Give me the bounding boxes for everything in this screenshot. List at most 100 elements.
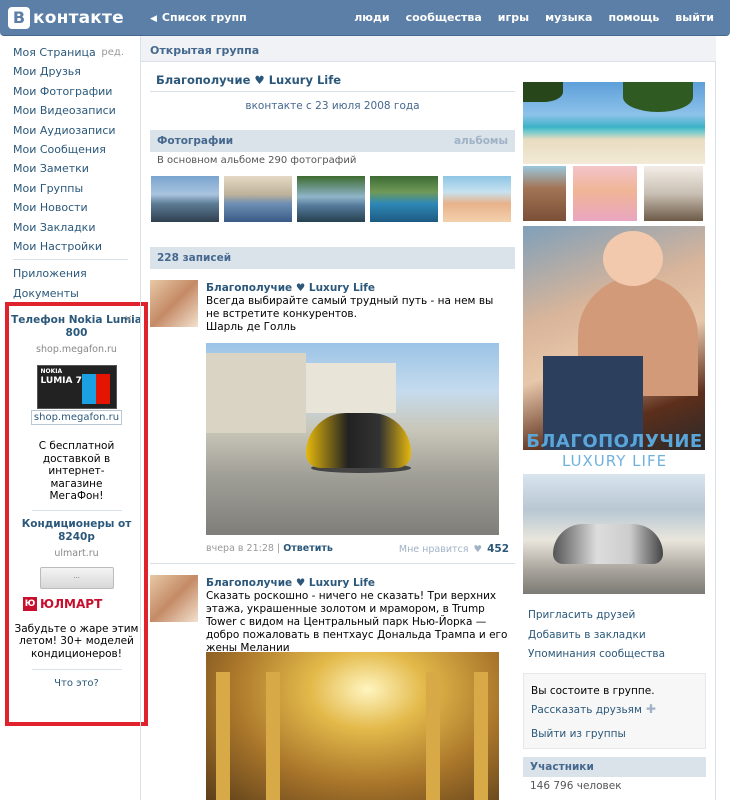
ad-ulmart-title[interactable]: Кондиционеры от 8240р	[9, 518, 144, 544]
leave-group-link[interactable]: Выйти из группы	[531, 728, 626, 740]
image-car	[306, 413, 411, 468]
invite-friends-link[interactable]: Пригласить друзей	[528, 609, 665, 629]
group-name: Благополучие ♥ Luxury Life	[156, 73, 342, 87]
nav-people[interactable]: люди	[354, 11, 389, 24]
ad-nokia[interactable]: Телефон Nokia Lumia 800 shop.megafon.ru …	[9, 314, 144, 503]
group-photo-street[interactable]	[523, 474, 705, 594]
album-info: В основном альбоме 290 фотографий	[157, 155, 357, 166]
ad-nokia-link[interactable]: shop.megafon.ru	[30, 410, 123, 425]
image-pillar	[426, 672, 440, 800]
photo-thumb[interactable]	[370, 176, 438, 222]
ad-nokia-text: С бесплатной доставкой в интернет-магази…	[38, 440, 115, 502]
menu-my-messages[interactable]: Мои Сообщения	[13, 140, 128, 159]
like-count: 452	[487, 543, 509, 555]
heart-icon: ♥	[473, 544, 483, 555]
image-pillar	[474, 672, 488, 800]
image-palm	[623, 82, 693, 112]
avatar[interactable]	[150, 575, 198, 622]
nav-music[interactable]: музыка	[545, 11, 592, 24]
divider	[150, 91, 515, 92]
ulmart-logo: Ю ЮЛМАРТ	[23, 596, 144, 611]
nav-help[interactable]: помощь	[608, 11, 659, 24]
members-title[interactable]: Участники	[530, 761, 594, 773]
menu-divider	[13, 259, 128, 261]
menu-my-videos[interactable]: Мои Видеозаписи	[13, 101, 128, 120]
brand-line-1: БЛАГОПОЛУЧИЕ	[526, 431, 703, 452]
air-conditioner-image[interactable]: ...	[39, 566, 114, 589]
reply-link[interactable]: Ответить	[283, 543, 333, 554]
vk-logo[interactable]: В контакте	[8, 7, 124, 29]
photo-thumb[interactable]	[224, 176, 292, 222]
what-is-this-link[interactable]: Что это?	[9, 678, 144, 689]
members-header[interactable]: Участники	[523, 757, 706, 777]
menu-my-bookmarks[interactable]: Мои Закладки	[13, 218, 128, 237]
group-type-bar: Открытая группа	[141, 36, 716, 62]
like-button[interactable]: Мне нравится ♥ 452	[399, 543, 509, 555]
nav-games[interactable]: игры	[498, 11, 529, 24]
ad-ulmart[interactable]: Кондиционеры от 8240р ulmart.ru ... Ю ЮЛ…	[9, 518, 144, 661]
top-nav: люди сообщества игры музыка помощь выйти	[338, 11, 714, 24]
photo-thumb[interactable]	[644, 166, 703, 221]
wall-header[interactable]: 228 записей	[150, 247, 515, 269]
menu-my-audio[interactable]: Мои Аудиозаписи	[13, 121, 128, 140]
add-bookmark-link[interactable]: Добавить в закладки	[528, 629, 665, 649]
avatar[interactable]	[150, 280, 198, 327]
image-palm	[523, 82, 563, 102]
tell-friends-link[interactable]: Рассказать друзьям ✚	[531, 702, 656, 716]
menu-documents[interactable]: Документы	[13, 284, 128, 303]
wall-count[interactable]: 228 записей	[157, 252, 231, 264]
photos-title[interactable]: Фотографии	[157, 135, 233, 147]
photo-thumb[interactable]	[523, 166, 566, 221]
photos-header[interactable]: Фотографии альбомы	[150, 130, 515, 152]
ulmart-logo-mark: Ю	[23, 596, 37, 611]
photo-thumb[interactable]	[151, 176, 219, 222]
menu-my-friends[interactable]: Мои Друзья	[13, 62, 128, 81]
menu-my-news[interactable]: Мои Новости	[13, 198, 128, 217]
ad-nokia-domain: shop.megafon.ru	[36, 344, 117, 355]
nokia-brand-text: NOKIA	[40, 368, 63, 375]
menu-my-groups[interactable]: Мои Группы	[13, 179, 128, 198]
group-photo-thumbs	[523, 166, 703, 221]
post-author[interactable]: Благополучие ♥ Luxury Life	[206, 577, 375, 589]
ad-block: × Телефон Nokia Lumia 800 shop.megafon.r…	[5, 302, 148, 726]
left-menu: Моя Страница ред. Мои Друзья Мои Фотограф…	[13, 43, 128, 303]
photo-thumb[interactable]	[297, 176, 365, 222]
vk-logo-text: контакте	[33, 8, 124, 28]
post-image[interactable]	[206, 652, 499, 800]
group-photo-beach[interactable]	[523, 82, 705, 164]
back-arrow-icon: ◀	[150, 14, 157, 24]
membership-box: Вы состоите в группе. Рассказать друзьям…	[523, 673, 706, 749]
ad-ulmart-text: Забудьте о жаре этим летом! 30+ моделей …	[14, 622, 139, 660]
back-to-groups-link[interactable]: ◀ Список групп	[150, 11, 247, 24]
post-time[interactable]: вчера в 21:28	[206, 543, 274, 554]
ulmart-logo-text: ЮЛМАРТ	[40, 596, 103, 611]
menu-apps[interactable]: Приложения	[13, 264, 128, 283]
nav-logout[interactable]: выйти	[675, 11, 714, 24]
members-count: 146 796 человек	[530, 780, 622, 792]
member-status: Вы состоите в группе.	[531, 685, 655, 697]
like-label: Мне нравится	[398, 544, 469, 555]
mentions-link[interactable]: Упоминания сообщества	[528, 648, 665, 668]
photo-thumb[interactable]	[573, 166, 637, 221]
menu-my-page[interactable]: Моя Страница ред.	[13, 43, 128, 62]
menu-my-notes[interactable]: Мои Заметки	[13, 159, 128, 178]
menu-my-settings[interactable]: Мои Настройки	[13, 237, 128, 256]
menu-my-photos[interactable]: Мои Фотографии	[13, 82, 128, 101]
image-baby	[603, 231, 663, 286]
plus-icon: ✚	[645, 702, 656, 716]
albums-link[interactable]: альбомы	[454, 135, 508, 147]
image-car	[553, 524, 663, 564]
group-actions: Пригласить друзей Добавить в закладки Уп…	[528, 609, 665, 668]
photo-thumb[interactable]	[443, 176, 511, 222]
post-image[interactable]	[206, 343, 499, 535]
post-author[interactable]: Благополучие ♥ Luxury Life	[206, 282, 375, 294]
phone-screen-icon	[81, 374, 110, 404]
close-icon[interactable]: ×	[124, 312, 133, 325]
ad-divider-2	[31, 669, 122, 670]
edit-link[interactable]: ред.	[101, 43, 124, 62]
ad-divider	[31, 509, 122, 511]
nokia-lumia-image[interactable]: NOKIA LUMIA 710	[36, 365, 117, 409]
group-cover-photo[interactable]	[523, 226, 705, 450]
nav-communities[interactable]: сообщества	[406, 11, 482, 24]
back-to-groups-label: Список групп	[161, 11, 247, 24]
